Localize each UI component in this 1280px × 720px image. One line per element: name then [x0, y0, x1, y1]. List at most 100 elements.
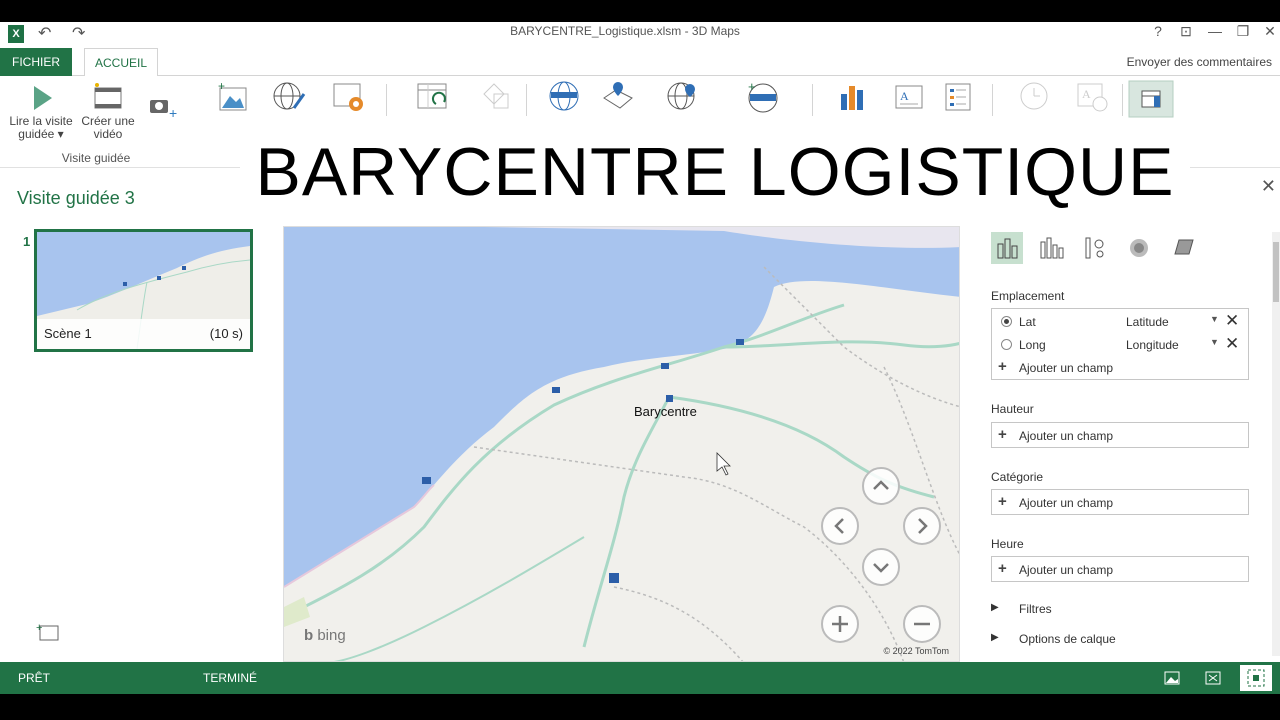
camera-add-icon[interactable]: +: [148, 92, 180, 120]
map-view[interactable]: Barycentre b bing © 2022 TomTom: [283, 226, 960, 662]
tilt-up-button[interactable]: [862, 467, 900, 505]
lat-radio[interactable]: [1001, 316, 1012, 327]
zoom-in-button[interactable]: [821, 605, 859, 643]
play-tour-button[interactable]: Lire la visite guidée ▾: [6, 82, 76, 141]
add-scene-icon[interactable]: +: [36, 622, 60, 642]
help-icon[interactable]: ?: [1148, 23, 1168, 39]
ribbon-display-icon[interactable]: ⊡: [1176, 23, 1196, 40]
svg-text:A: A: [1082, 87, 1091, 101]
bubble-icon[interactable]: [1079, 232, 1111, 264]
full-view-button[interactable]: [1240, 665, 1272, 691]
region-icon[interactable]: [1167, 232, 1199, 264]
status-bar: PRÊT TERMINÉ: [0, 662, 1280, 694]
chart-icon[interactable]: [838, 80, 868, 114]
height-field-box[interactable]: + Ajouter un champ: [991, 422, 1249, 448]
location-row-lat[interactable]: Lat Latitude ▼ ✕: [992, 310, 1248, 333]
long-radio[interactable]: [1001, 339, 1012, 350]
minus-icon: [914, 622, 930, 626]
height-label: Hauteur: [991, 402, 1034, 416]
add-field-label: Ajouter un champ: [1019, 361, 1114, 375]
long-key: Long: [1019, 338, 1046, 352]
tab-file[interactable]: FICHIER: [0, 48, 72, 76]
legend-icon[interactable]: [944, 80, 976, 114]
lat-key: Lat: [1019, 315, 1036, 329]
map-point-label: Barycentre: [634, 404, 697, 419]
app-window: X ↶ ↷ BARYCENTRE_Logistique.xlsm - 3D Ma…: [0, 22, 1280, 694]
lat-remove-icon[interactable]: ✕: [1225, 311, 1239, 331]
plus-icon: +: [998, 426, 1007, 443]
add-field-label: Ajouter un champ: [1019, 429, 1114, 443]
plus-icon: +: [998, 493, 1007, 510]
overlay-title: BARYCENTRE LOGISTIQUE: [240, 126, 1190, 218]
long-dropdown-icon[interactable]: ▼: [1210, 337, 1219, 347]
layer-pane-scrollbar[interactable]: [1272, 232, 1280, 656]
ribbon-separator: [1122, 84, 1123, 116]
ribbon-separator: [992, 84, 993, 116]
chevron-left-icon: [834, 518, 844, 534]
clustered-column-icon[interactable]: [1035, 232, 1067, 264]
tour-editor-icon[interactable]: [1163, 669, 1181, 687]
svg-text:+: +: [169, 105, 177, 120]
ribbon-tabs: FICHIER ACCUEIL Envoyer des commentaires: [0, 48, 1280, 77]
create-video-button[interactable]: Créer une vidéo: [78, 82, 138, 141]
heat-map-icon[interactable]: [1123, 232, 1155, 264]
long-remove-icon[interactable]: ✕: [1225, 334, 1239, 354]
lat-value[interactable]: Latitude: [1126, 315, 1169, 329]
text-box-icon[interactable]: A: [894, 80, 926, 114]
date-time-icon: A: [1077, 83, 1108, 112]
location-row-long[interactable]: Long Longitude ▼ ✕: [992, 333, 1248, 356]
tilt-down-button[interactable]: [862, 548, 900, 586]
time-field-box[interactable]: + Ajouter un champ: [991, 556, 1249, 582]
minimize-icon[interactable]: —: [1205, 23, 1225, 39]
title-bar: X ↶ ↷ BARYCENTRE_Logistique.xlsm - 3D Ma…: [0, 22, 1280, 48]
svg-text:A: A: [900, 89, 909, 103]
close-window-icon[interactable]: ✕: [1260, 23, 1280, 40]
plus-icon: [832, 616, 848, 632]
themes-icon[interactable]: [272, 80, 308, 112]
rotate-left-button[interactable]: [821, 507, 859, 545]
scene-thumbnail[interactable]: Scène 1 (10 s): [34, 229, 253, 352]
custom-regions-icon[interactable]: +: [746, 80, 780, 114]
status-done: TERMINÉ: [203, 671, 257, 685]
maximize-icon[interactable]: ❐: [1233, 23, 1253, 40]
svg-text:+: +: [218, 80, 225, 93]
location-add-field[interactable]: + Ajouter un champ: [992, 356, 1248, 379]
scene-number: 1: [23, 234, 31, 249]
plus-icon: +: [998, 560, 1007, 577]
time-label: Heure: [991, 537, 1024, 551]
scrollbar-thumb[interactable]: [1273, 242, 1279, 302]
ribbon-separator: [812, 84, 813, 116]
filters-label: Filtres: [1019, 602, 1052, 616]
lat-dropdown-icon[interactable]: ▼: [1210, 314, 1219, 324]
map-only-icon[interactable]: [1204, 669, 1222, 687]
new-scene-icon[interactable]: +: [216, 80, 248, 112]
layer-options-label: Options de calque: [1019, 632, 1116, 646]
svg-text:+: +: [36, 622, 42, 634]
close-pane-icon[interactable]: ✕: [1261, 176, 1276, 197]
zoom-out-button[interactable]: [903, 605, 941, 643]
time-add-field[interactable]: + Ajouter un champ: [992, 558, 1248, 581]
map-settings-icon[interactable]: [332, 80, 368, 114]
map-canvas: [284, 227, 959, 661]
feedback-link[interactable]: Envoyer des commentaires: [1127, 55, 1272, 69]
category-add-field[interactable]: + Ajouter un champ: [992, 491, 1248, 514]
refresh-data-icon[interactable]: [416, 80, 452, 114]
long-value[interactable]: Longitude: [1126, 338, 1179, 352]
chevron-down-icon: [873, 563, 889, 573]
ribbon-separator: [386, 84, 387, 116]
flat-map-icon[interactable]: [602, 80, 636, 114]
shapes-icon: [483, 83, 509, 109]
expand-arrow-icon: ▶: [991, 602, 999, 613]
stacked-column-icon[interactable]: [991, 232, 1023, 264]
location-field-box: Lat Latitude ▼ ✕ Long Longitude ▼ ✕ + Aj…: [991, 308, 1249, 380]
find-location-icon[interactable]: [666, 80, 700, 114]
height-add-field[interactable]: + Ajouter un champ: [992, 424, 1248, 447]
ribbon-separator: [526, 84, 527, 116]
tab-home[interactable]: ACCUEIL: [84, 48, 158, 77]
svg-text:+: +: [748, 80, 756, 94]
rotate-right-button[interactable]: [903, 507, 941, 545]
map-labels-icon[interactable]: [548, 80, 582, 114]
layer-pane-icon[interactable]: [1128, 80, 1174, 118]
category-field-box[interactable]: + Ajouter un champ: [991, 489, 1249, 515]
location-label: Emplacement: [991, 289, 1065, 303]
